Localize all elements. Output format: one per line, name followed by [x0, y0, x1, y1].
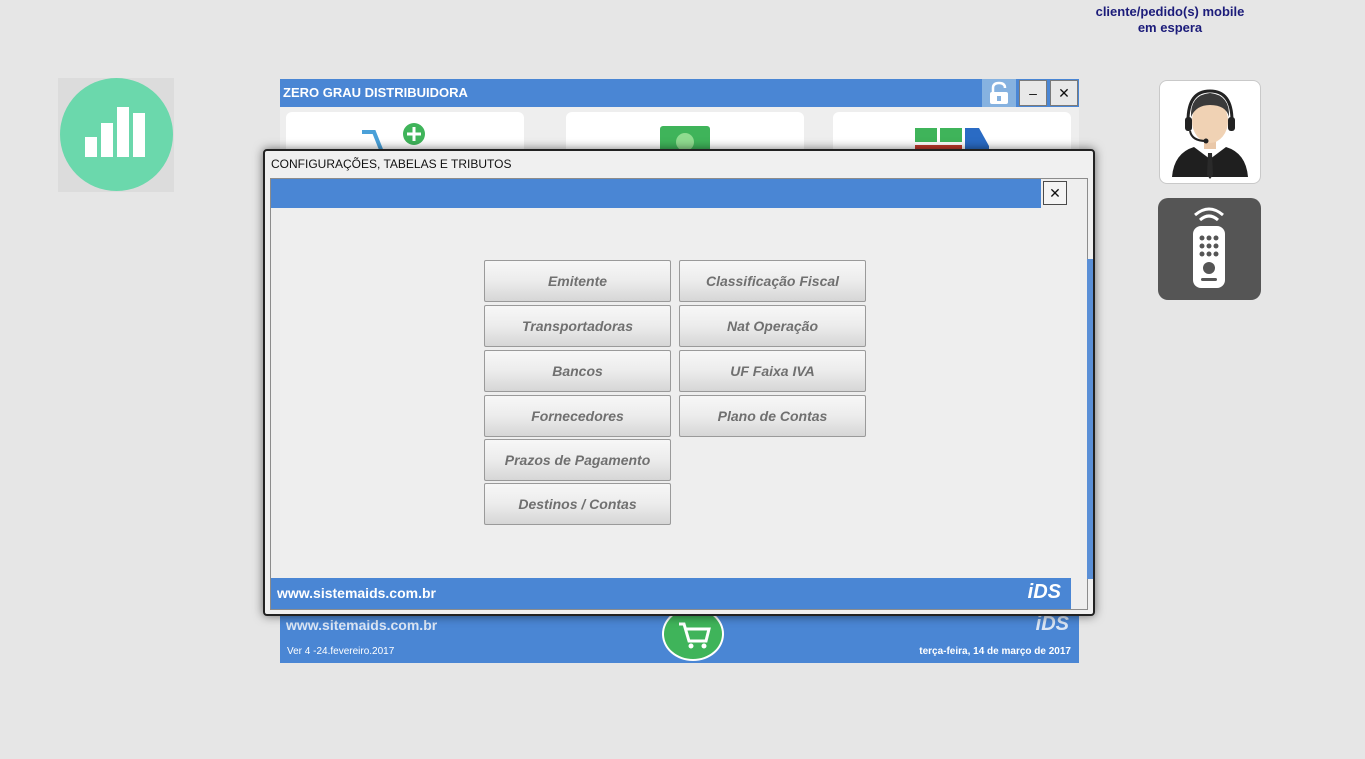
bancos-button[interactable]: Bancos: [484, 350, 671, 392]
support-agent-icon: [1172, 89, 1248, 179]
dialog-footer-logo: iDS: [1027, 581, 1061, 603]
classificacao-fiscal-button[interactable]: Classificação Fiscal: [679, 260, 866, 302]
dialog-scrollbar[interactable]: [1087, 259, 1093, 579]
dialog-footer-website[interactable]: www.sistemaids.com.br: [277, 585, 436, 601]
destinos-contas-button[interactable]: Destinos / Contas: [484, 483, 671, 525]
mobile-notice-line2: em espera: [1137, 20, 1203, 35]
date-label: terça-feira, 14 de março de 2017: [919, 646, 1071, 657]
dialog-footer: www.sistemaids.com.br iDS: [271, 578, 1071, 609]
remote-control-icon: [1193, 207, 1225, 288]
lock-button[interactable]: [982, 79, 1016, 107]
main-footer-website[interactable]: www.sitemaids.com.br: [286, 617, 437, 633]
shopping-cart-icon: [679, 622, 711, 649]
dialog-close-button[interactable]: ✕: [1043, 181, 1067, 205]
config-dialog: CONFIGURAÇÕES, TABELAS E TRIBUTOS ✕ Emit…: [263, 149, 1095, 616]
fornecedores-button[interactable]: Fornecedores: [484, 395, 671, 437]
bar-chart-icon: [60, 78, 173, 191]
main-window-title: ZERO GRAU DISTRIBUIDORA: [283, 85, 468, 100]
mobile-orders-notice[interactable]: cliente/pedido(s) mobile em espera: [1075, 4, 1265, 36]
main-footer-logo: iDS: [1035, 613, 1069, 635]
mobile-notice-line1: cliente/pedido(s) mobile: [1095, 4, 1245, 19]
uf-faixa-iva-button[interactable]: UF Faixa IVA: [679, 350, 866, 392]
dialog-title: CONFIGURAÇÕES, TABELAS E TRIBUTOS: [271, 157, 512, 171]
support-agent-tile[interactable]: [1159, 80, 1261, 184]
emitente-button[interactable]: Emitente: [484, 260, 671, 302]
reports-chart-tile[interactable]: [58, 78, 174, 192]
prazos-pagamento-button[interactable]: Prazos de Pagamento: [484, 439, 671, 481]
version-label: Ver 4 -24.fevereiro.2017: [287, 646, 395, 657]
remote-control-tile[interactable]: [1158, 198, 1261, 300]
lock-icon: [990, 81, 1008, 104]
plano-contas-button[interactable]: Plano de Contas: [679, 395, 866, 437]
dialog-content: ✕ Emitente Transportadoras Bancos Fornec…: [270, 178, 1093, 610]
close-app-button[interactable]: ✕: [1050, 80, 1078, 106]
nat-operacao-button[interactable]: Nat Operação: [679, 305, 866, 347]
transportadoras-button[interactable]: Transportadoras: [484, 305, 671, 347]
minimize-button[interactable]: –: [1019, 80, 1047, 106]
main-titlebar: ZERO GRAU DISTRIBUIDORA – ✕: [280, 79, 1079, 107]
dialog-header-bar: [271, 179, 1041, 208]
